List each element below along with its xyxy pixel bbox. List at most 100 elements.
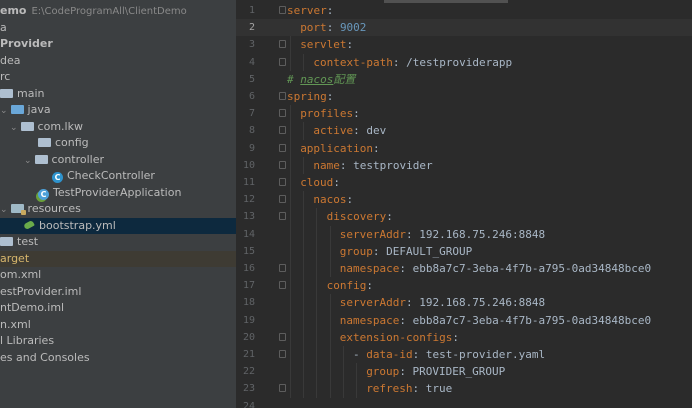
- code-token: :: [326, 4, 334, 17]
- code-text: spring:: [287, 88, 333, 105]
- tree-item-label: java: [27, 103, 51, 116]
- tree-item[interactable]: a: [0, 20, 236, 36]
- code-line[interactable]: 18 serverAddr: 192.168.75.246:8848: [236, 294, 692, 311]
- resources-folder-icon: [10, 204, 26, 215]
- code-token: : /testproviderapp: [392, 55, 513, 69]
- fold-marker-icon[interactable]: [279, 384, 286, 393]
- code-line[interactable]: 22 group: PROVIDER_GROUP: [236, 363, 692, 380]
- fold-marker-icon[interactable]: [279, 350, 286, 358]
- code-line[interactable]: 13 discovery:: [236, 208, 692, 225]
- code-line[interactable]: 6 spring:: [236, 88, 692, 105]
- tree-item[interactable]: bootstrap.yml: [0, 217, 236, 234]
- chevron-down-icon[interactable]: ⌄: [0, 205, 8, 215]
- tree-item[interactable]: main: [0, 86, 236, 102]
- chevron-down-icon[interactable]: ⌄: [0, 106, 8, 116]
- code-line[interactable]: 14 serverAddr: 192.168.75.246:8848: [236, 226, 692, 243]
- chevron-down-icon[interactable]: ⌄: [24, 156, 32, 166]
- code-token: servlet: [300, 38, 347, 52]
- code-editor[interactable]: 1 server: 2 port: 9002 3 servlet: 4 context-pat…: [236, 0, 692, 408]
- code-token: :: [386, 210, 393, 224]
- project-tree-panel[interactable]: emo E:\CodeProgramAll\ClientDemo a Provider…: [0, 0, 236, 408]
- fold-marker-icon[interactable]: [279, 178, 286, 186]
- code-text: refresh: true: [366, 380, 452, 397]
- tree-item[interactable]: ⌄ resources: [0, 201, 236, 217]
- fold-marker-icon[interactable]: [279, 264, 286, 272]
- fold-marker-icon[interactable]: [279, 332, 286, 341]
- code-line[interactable]: 1 server:: [236, 2, 692, 19]
- tree-item-label: emo: [0, 4, 27, 17]
- tree-item[interactable]: C TestProviderApplication: [0, 185, 236, 201]
- code-line[interactable]: 10 name: testprovider: [236, 157, 692, 174]
- code-line[interactable]: 19 namespace: ebb8a7c7-3eba-4f7b-a795-0ad…: [236, 312, 692, 329]
- tree-item[interactable]: estProvider.iml: [0, 284, 236, 300]
- code-line[interactable]: 11 cloud:: [236, 174, 692, 191]
- tree-item-label: rc: [0, 70, 11, 83]
- line-number: 11: [242, 177, 255, 188]
- fold-marker-icon[interactable]: [279, 109, 286, 118]
- code-token: :: [333, 176, 340, 189]
- fold-marker-icon[interactable]: [279, 212, 286, 221]
- tree-item[interactable]: test: [0, 234, 236, 250]
- code-line[interactable]: 5 # nacos配置: [236, 71, 692, 88]
- code-token: discovery: [326, 210, 387, 224]
- fold-marker-icon[interactable]: [279, 6, 286, 14]
- code-text: group: PROVIDER_GROUP: [366, 363, 505, 380]
- fold-marker-icon[interactable]: [279, 57, 286, 66]
- fold-marker-icon[interactable]: [279, 143, 286, 152]
- code-token: :: [326, 90, 334, 103]
- code-line[interactable]: 9 application:: [236, 140, 692, 157]
- code-token: :: [346, 193, 354, 207]
- tree-item[interactable]: config: [0, 135, 236, 151]
- code-line[interactable]: 23 refresh: true: [236, 380, 692, 397]
- code-line[interactable]: 20 extension-configs:: [236, 329, 692, 346]
- code-line[interactable]: 24: [236, 398, 692, 408]
- code-token: :: [346, 38, 354, 52]
- code-text: # nacos配置: [287, 71, 355, 88]
- code-line[interactable]: 17 config:: [236, 277, 692, 294]
- folder-icon: [0, 88, 13, 98]
- tree-item-label: n.xml: [0, 317, 31, 331]
- tree-item[interactable]: ⌄ java: [0, 102, 236, 118]
- tree-item[interactable]: n.xml: [0, 317, 236, 333]
- fold-marker-icon[interactable]: [279, 281, 286, 290]
- line-number: 24: [242, 400, 255, 408]
- tree-item[interactable]: arget: [0, 250, 236, 267]
- code-text: profiles:: [300, 105, 360, 122]
- tree-item[interactable]: Provider: [0, 36, 236, 52]
- code-line[interactable]: 8 active: dev: [236, 122, 692, 139]
- code-line[interactable]: 16 namespace: ebb8a7c7-3eba-4f7b-a795-0ad…: [236, 260, 692, 277]
- line-number: 12: [242, 194, 255, 206]
- tree-item[interactable]: dea: [0, 53, 236, 69]
- fold-marker-icon[interactable]: [279, 92, 286, 100]
- tree-item[interactable]: rc: [0, 69, 236, 85]
- chevron-down-icon[interactable]: ⌄: [10, 123, 18, 133]
- tree-item[interactable]: C CheckController: [0, 168, 236, 184]
- tree-item[interactable]: ntDemo.iml: [0, 300, 236, 316]
- fold-marker-icon[interactable]: [279, 160, 286, 169]
- code-token: : DEFAULT_GROUP: [372, 244, 473, 258]
- line-number: 18: [242, 297, 255, 309]
- code-token: serverAddr: [339, 227, 407, 241]
- code-line[interactable]: 4 context-path: /testproviderapp: [236, 54, 692, 71]
- code-line[interactable]: 21 - data-id: test-provider.yaml: [236, 346, 692, 363]
- code-text: nacos:: [313, 191, 353, 208]
- tree-item[interactable]: ⌄ controller: [0, 152, 236, 168]
- fold-marker-icon[interactable]: [279, 40, 286, 49]
- code-line[interactable]: 12 nacos:: [236, 191, 692, 208]
- tree-item[interactable]: emo E:\CodeProgramAll\ClientDemo: [0, 3, 236, 19]
- fold-marker-icon[interactable]: [279, 126, 286, 135]
- tree-item[interactable]: ⌄ com.lkw: [0, 119, 236, 135]
- tree-item[interactable]: om.xml: [0, 267, 236, 283]
- tree-item[interactable]: l Libraries: [0, 333, 236, 349]
- code-token: nacos: [300, 72, 334, 86]
- code-line[interactable]: 3 servlet:: [236, 36, 692, 53]
- code-line[interactable]: 15 group: DEFAULT_GROUP: [236, 243, 692, 260]
- code-token: :: [366, 279, 373, 293]
- code-line[interactable]: 7 profiles:: [236, 105, 692, 122]
- code-line[interactable]: 2 port: 9002: [236, 19, 692, 37]
- tree-item-label: es and Consoles: [0, 350, 90, 364]
- tree-item[interactable]: es and Consoles: [0, 350, 236, 366]
- tree-item-label: config: [55, 136, 89, 149]
- code-token: port: [300, 21, 327, 35]
- fold-marker-icon[interactable]: [279, 195, 286, 204]
